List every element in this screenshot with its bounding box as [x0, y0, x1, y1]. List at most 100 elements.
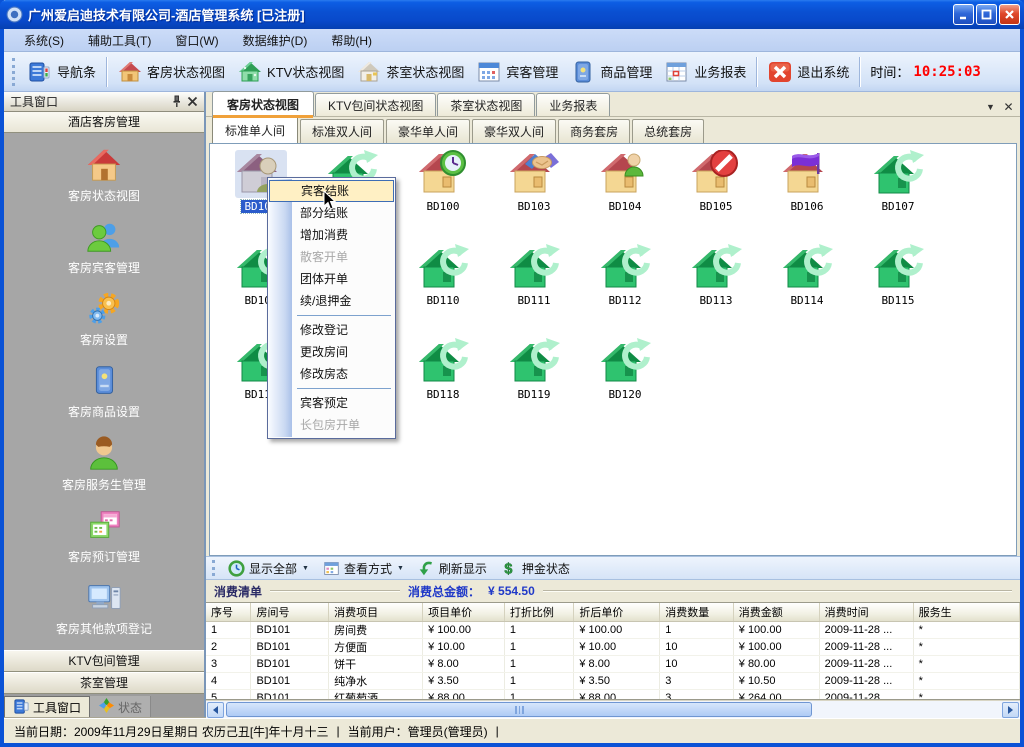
- table-row[interactable]: 3BD101饼干¥ 8.001¥ 8.0010¥ 80.002009-11-28…: [206, 655, 1020, 672]
- sidebar-item-room-goods-settings[interactable]: 客房商品设置: [68, 362, 140, 420]
- scroll-left-button[interactable]: [207, 702, 224, 718]
- table-row[interactable]: 2BD101方便面¥ 10.001¥ 10.0010¥ 100.002009-1…: [206, 638, 1020, 655]
- room-BD114[interactable]: BD114: [764, 244, 850, 324]
- room-BD104[interactable]: BD104: [582, 150, 668, 230]
- menu-item-help[interactable]: 帮助(H): [319, 29, 384, 52]
- table-header-8[interactable]: 消费时间: [819, 603, 913, 621]
- room-BD103[interactable]: BD103: [491, 150, 577, 230]
- room-BD105[interactable]: BD105: [673, 150, 759, 230]
- table-header-6[interactable]: 消费数量: [660, 603, 734, 621]
- sidebar-tab-tool-window[interactable]: 工具窗口: [4, 696, 90, 718]
- view-toolbar-button-refresh[interactable]: 刷新显示: [411, 559, 494, 578]
- window-title: 广州爱启迪技术有限公司-酒店管理系统 [已注册]: [28, 5, 951, 24]
- table-cell: 2009-11-28 ...: [819, 689, 913, 700]
- table-row[interactable]: 5BD101红葡萄酒¥ 88.001¥ 88.003¥ 264.002009-1…: [206, 689, 1020, 700]
- table-header-9[interactable]: 服务生: [913, 603, 1019, 621]
- context-menu-item-modify-registration[interactable]: 修改登记: [269, 319, 394, 341]
- sidebar-section-header[interactable]: 酒店客房管理: [4, 112, 204, 133]
- context-menu-item-group-order[interactable]: 团体开单: [269, 268, 394, 290]
- toolbar-button-ktv-status[interactable]: KTV状态视图: [231, 57, 350, 87]
- toolbar-button-room-status[interactable]: 客房状态视图: [111, 57, 231, 87]
- toolbar-button-product-mgmt[interactable]: 商品管理: [564, 57, 658, 87]
- table-header-7[interactable]: 消费金额: [733, 603, 819, 621]
- table-cell: ¥ 10.50: [733, 672, 819, 689]
- roomtype-tab-std-single[interactable]: 标准单人间: [212, 116, 298, 143]
- context-menu-item-add-consumption[interactable]: 增加消费: [269, 224, 394, 246]
- context-menu-item-change-room[interactable]: 更改房间: [269, 341, 394, 363]
- room-BD112[interactable]: BD112: [582, 244, 668, 324]
- table-cell: 5: [206, 689, 251, 700]
- room-BD118[interactable]: BD118: [400, 338, 486, 418]
- toolbar-button-navbar[interactable]: 导航条: [21, 57, 102, 87]
- scroll-right-button[interactable]: [1002, 702, 1019, 718]
- room-BD107[interactable]: BD107: [855, 150, 941, 230]
- menu-item-tools[interactable]: 辅助工具(T): [76, 29, 163, 52]
- table-row[interactable]: 4BD101纯净水¥ 3.501¥ 3.503¥ 10.502009-11-28…: [206, 672, 1020, 689]
- tab-close-button[interactable]: ✕: [1001, 99, 1016, 114]
- close-button[interactable]: [999, 4, 1020, 25]
- consumption-table: 序号房间号消费项目项目单价打折比例折后单价消费数量消费金额消费时间服务生 1BD…: [206, 603, 1020, 700]
- sidebar-item-room-other-payments[interactable]: 客房其他款项登记: [56, 579, 152, 637]
- room-BD113[interactable]: BD113: [673, 244, 759, 324]
- room-icon-vacant: [508, 244, 560, 292]
- toolbar-button-reports[interactable]: 业务报表: [658, 57, 752, 87]
- toolbar-button-tearoom-status[interactable]: 茶室状态视图: [350, 57, 470, 87]
- pin-icon[interactable]: [168, 94, 184, 109]
- sidebar-item-room-status-view[interactable]: 客房状态视图: [68, 146, 140, 204]
- context-menu-item-change-room-status[interactable]: 修改房态: [269, 363, 394, 385]
- view-toolbar-button-deposit-status[interactable]: $押金状态: [494, 559, 577, 578]
- view-toolbar-grip[interactable]: [212, 560, 217, 576]
- view-toolbar-button-view-mode[interactable]: 查看方式▼: [316, 559, 411, 578]
- room-BD115[interactable]: BD115: [855, 244, 941, 324]
- roomtype-tab-std-double[interactable]: 标准双人间: [300, 119, 384, 143]
- main-tab-strip: 客房状态视图KTV包间状态视图茶室状态视图业务报表 ▼✕: [206, 92, 1020, 116]
- scrollbar-thumb[interactable]: [226, 702, 812, 717]
- sidebar-item-room-booking-mgmt[interactable]: 客房预订管理: [68, 507, 140, 565]
- toolbar-button-label: 导航条: [57, 62, 96, 81]
- close-icon[interactable]: [184, 94, 200, 109]
- roomtype-tab-deluxe-double[interactable]: 豪华双人间: [472, 119, 556, 143]
- toolbar-button-guest-mgmt[interactable]: 宾客管理: [470, 57, 564, 87]
- tab-dropdown-button[interactable]: ▼: [983, 99, 998, 114]
- toolbar-button-exit[interactable]: 退出系统: [761, 57, 855, 87]
- horizontal-scrollbar[interactable]: [206, 700, 1020, 718]
- app-icon: [6, 6, 23, 23]
- roomtype-tab-deluxe-single[interactable]: 豪华单人间: [386, 119, 470, 143]
- tab-room-status-view[interactable]: 客房状态视图: [212, 91, 314, 116]
- tab-business-reports[interactable]: 业务报表: [536, 93, 610, 116]
- room-BD119[interactable]: BD119: [491, 338, 577, 418]
- menu-item-system[interactable]: 系统(S): [12, 29, 76, 52]
- tab-tearoom-status-view[interactable]: 茶室状态视图: [437, 93, 535, 116]
- roomtype-tab-business-suite[interactable]: 商务套房: [558, 119, 630, 143]
- maximize-button[interactable]: [976, 4, 997, 25]
- sidebar-item-room-settings[interactable]: 客房设置: [80, 290, 128, 348]
- time-value: 10:25:03: [913, 64, 980, 80]
- table-header-3[interactable]: 项目单价: [423, 603, 505, 621]
- sidebar-tab-status[interactable]: 状态: [90, 696, 151, 718]
- menu-item-data[interactable]: 数据维护(D): [231, 29, 320, 52]
- room-BD120[interactable]: BD120: [582, 338, 668, 418]
- consumption-total-label: 消费总金额：: [408, 583, 480, 600]
- table-header-2[interactable]: 消费项目: [329, 603, 423, 621]
- view-toolbar-button-show-all[interactable]: 显示全部▼: [221, 559, 316, 578]
- room-BD110[interactable]: BD110: [400, 244, 486, 324]
- roomtype-tab-presidential-suite[interactable]: 总统套房: [632, 119, 704, 143]
- context-menu-item-renew-refund-deposit[interactable]: 续/退押金: [269, 290, 394, 312]
- room-BD100[interactable]: BD100: [400, 150, 486, 230]
- room-BD106[interactable]: BD106: [764, 150, 850, 230]
- sidebar-item-room-guest-mgmt[interactable]: 客房宾客管理: [68, 218, 140, 276]
- table-header-5[interactable]: 折后单价: [574, 603, 660, 621]
- sidebar-section-ktv-mgmt[interactable]: KTV包间管理: [4, 650, 204, 672]
- room-BD111[interactable]: BD111: [491, 244, 577, 324]
- sidebar-item-room-waiter-mgmt[interactable]: 客房服务生管理: [62, 435, 146, 493]
- toolbar-grip[interactable]: [12, 58, 17, 86]
- table-header-1[interactable]: 房间号: [251, 603, 329, 621]
- context-menu-item-guest-reservation[interactable]: 宾客预定: [269, 392, 394, 414]
- table-header-0[interactable]: 序号: [206, 603, 251, 621]
- table-row[interactable]: 1BD101房间费¥ 100.001¥ 100.001¥ 100.002009-…: [206, 621, 1020, 638]
- table-header-4[interactable]: 打折比例: [504, 603, 573, 621]
- tab-ktv-room-status-view[interactable]: KTV包间状态视图: [315, 93, 436, 116]
- menu-item-window[interactable]: 窗口(W): [163, 29, 230, 52]
- sidebar-section-tearoom-mgmt[interactable]: 茶室管理: [4, 672, 204, 694]
- minimize-button[interactable]: [953, 4, 974, 25]
